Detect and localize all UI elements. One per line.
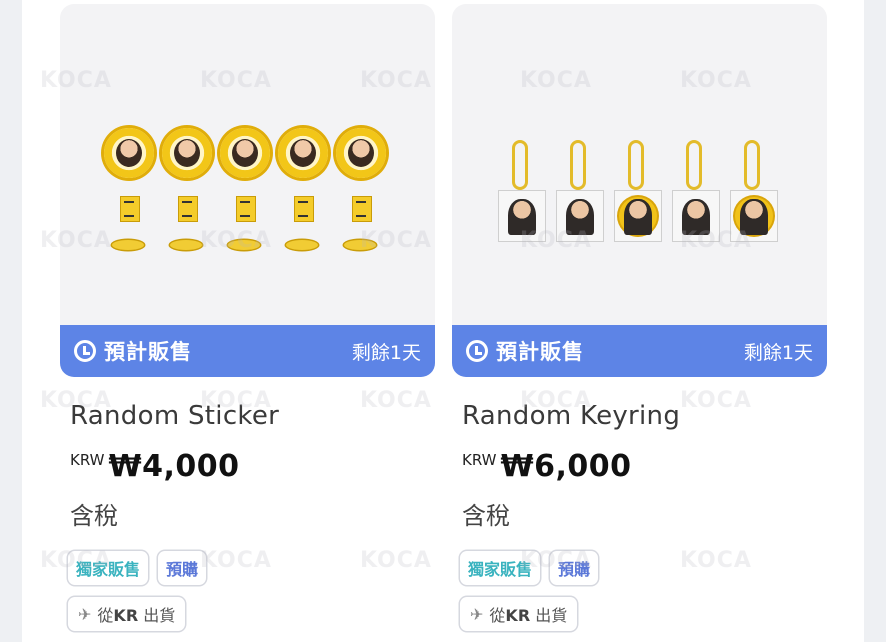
- shipping-prefix: 從: [97, 606, 114, 625]
- shipping-prefix: 從: [489, 606, 506, 625]
- tag-exclusive: 獨家販售: [460, 551, 541, 585]
- currency-code: KRW: [462, 451, 497, 469]
- clock-icon: [74, 340, 96, 362]
- tag-list: 獨家販售 預購: [68, 551, 435, 585]
- shipping-suffix: 出貨: [143, 606, 176, 625]
- shipping-country: KR: [113, 606, 139, 625]
- sticker-set-image: [104, 128, 394, 258]
- product-price: ₩6,000: [500, 449, 632, 484]
- price-row: KRW ₩4,000: [70, 449, 435, 484]
- shipping-origin-badge: ✈ 從KR 出貨: [68, 597, 186, 631]
- tax-note: 含稅: [70, 502, 118, 530]
- product-name[interactable]: Random Sticker: [70, 401, 435, 431]
- presale-banner: 預計販售 剩餘1天: [60, 325, 435, 377]
- shipping-suffix: 出貨: [535, 606, 568, 625]
- tag-list: 獨家販售 預購: [460, 551, 827, 585]
- airplane-icon: ✈: [78, 604, 92, 624]
- airplane-icon: ✈: [470, 604, 484, 624]
- product-card-random-keyring[interactable]: 預計販售 剩餘1天 Random Keyring KRW ₩6,000 含稅 獨…: [452, 4, 827, 631]
- price-row: KRW ₩6,000: [462, 449, 827, 484]
- presale-label: 預計販售: [104, 340, 192, 364]
- days-remaining: 剩餘1天: [351, 341, 421, 364]
- presale-banner: 預計販售 剩餘1天: [452, 325, 827, 377]
- product-grid: 預計販售 剩餘1天 Random Sticker KRW ₩4,000 含稅 獨…: [22, 0, 864, 642]
- tag-preorder: 預購: [158, 551, 207, 585]
- product-card-random-sticker[interactable]: 預計販售 剩餘1天 Random Sticker KRW ₩4,000 含稅 獨…: [60, 4, 435, 631]
- product-price: ₩4,000: [108, 449, 240, 484]
- product-image[interactable]: 預計販售 剩餘1天: [452, 4, 827, 377]
- product-image[interactable]: 預計販售 剩餘1天: [60, 4, 435, 377]
- keyring-set-image: [498, 140, 788, 250]
- shipping-origin-badge: ✈ 從KR 出貨: [460, 597, 578, 631]
- presale-label: 預計販售: [496, 340, 584, 364]
- product-name[interactable]: Random Keyring: [462, 401, 827, 431]
- tag-exclusive: 獨家販售: [68, 551, 149, 585]
- currency-code: KRW: [70, 451, 105, 469]
- days-remaining: 剩餘1天: [743, 341, 813, 364]
- clock-icon: [466, 340, 488, 362]
- tax-note: 含稅: [462, 502, 510, 530]
- shipping-country: KR: [505, 606, 531, 625]
- tag-preorder: 預購: [550, 551, 599, 585]
